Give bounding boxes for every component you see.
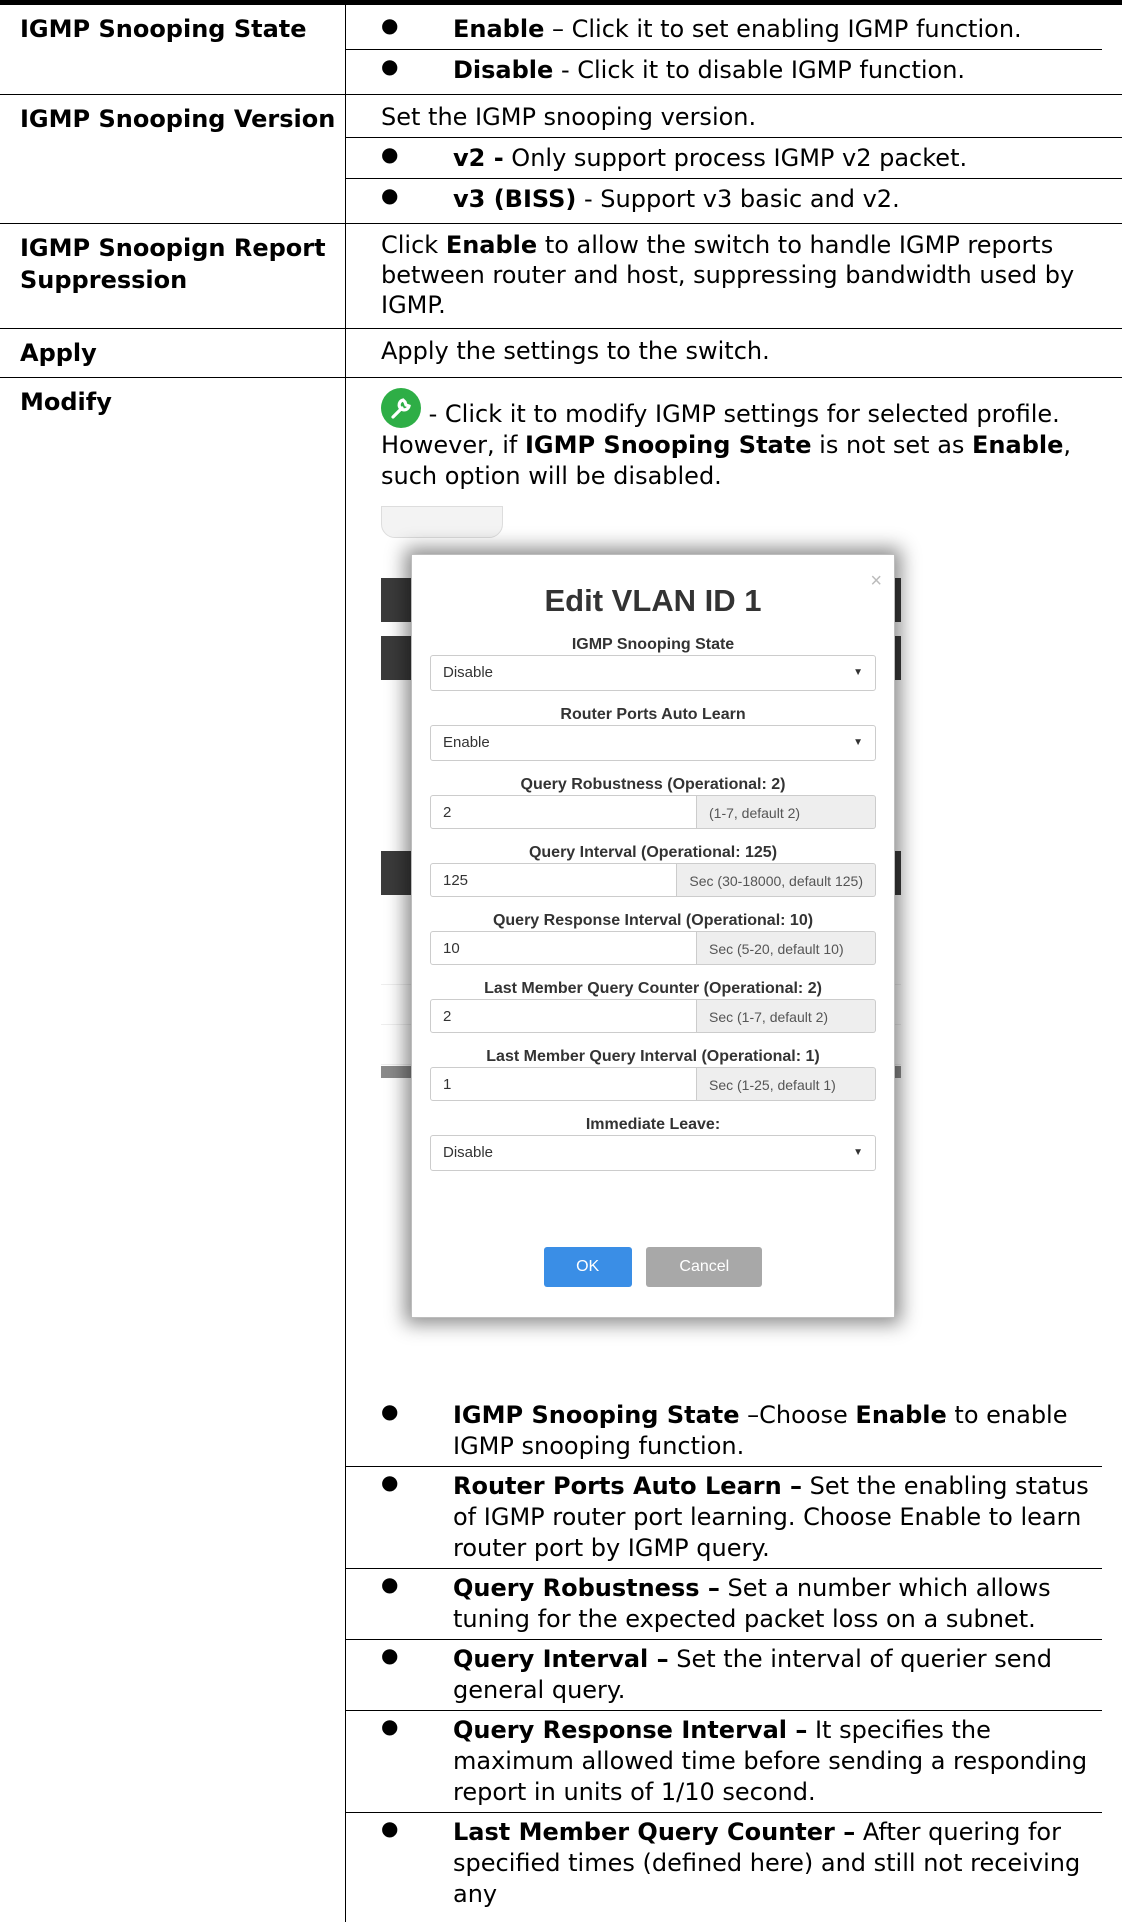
query-response-input[interactable]: 10 [430,931,697,965]
input-hint: Sec (1-25, default 1) [697,1067,876,1101]
select-value: Disable [443,664,493,681]
field-label: Immediate Leave: [412,1109,894,1131]
select-value: Enable [443,734,490,751]
item-term: Query Robustness – [453,1574,720,1602]
field-label: Query Response Interval (Operational: 10… [412,905,894,927]
lmq-counter-input[interactable]: 2 [430,999,697,1033]
table-row: IGMP Snooping Version Set the IGMP snoop… [0,95,1122,224]
row-label: IGMP Snooping State [0,3,346,95]
query-robustness-input[interactable]: 2 [430,795,697,829]
item-term: v3 (BISS) [453,185,576,213]
document-page: IGMP Snooping State Enable – Click it to… [0,0,1122,1881]
item-text: Only support process IGMP v2 packet. [504,144,967,172]
input-hint: Sec (5-20, default 10) [697,931,876,965]
list-item: Query Interval – Set the interval of que… [346,1639,1102,1710]
desc-term: IGMP Snooping State [525,431,812,459]
row-label: IGMP Snooping Version [0,95,346,224]
list-item: Enable – Click it to set enabling IGMP f… [381,9,1102,49]
caret-down-icon: ▼ [853,656,863,690]
bullet-list: Enable – Click it to set enabling IGMP f… [381,9,1102,90]
select-value: Disable [443,1144,493,1161]
item-term: Enable [453,15,544,43]
bullet-list: IGMP Snooping State –Choose Enable to en… [381,1396,1102,1914]
edit-vlan-screenshot: × Edit VLAN ID 1 IGMP Snooping State Dis… [381,506,901,1376]
dialog-buttons: OK Cancel [412,1247,894,1287]
table-row: Modify - Click it to modify IGMP setting… [0,378,1122,1922]
field-label: IGMP Snooping State [412,629,894,651]
background-tab [381,506,503,538]
igmp-state-select[interactable]: Disable ▼ [430,655,876,691]
row-description: Apply the settings to the switch. [346,329,1122,378]
dialog-title: Edit VLAN ID 1 [412,585,894,617]
ok-button[interactable]: OK [544,1247,632,1287]
lmq-interval-input[interactable]: 1 [430,1067,697,1101]
list-item: v3 (BISS) - Support v3 basic and v2. [346,178,1122,219]
item-term: Last Member Query Counter – [453,1818,855,1846]
wrench-icon [381,388,421,428]
input-hint: Sec (1-7, default 2) [697,999,876,1033]
close-icon[interactable]: × [870,565,882,597]
list-item: IGMP Snooping State –Choose Enable to en… [381,1396,1102,1466]
item-text: - Click it to disable IGMP function. [553,56,965,84]
table-row: IGMP Snooping State Enable – Click it to… [0,3,1122,95]
cancel-button[interactable]: Cancel [646,1247,762,1287]
list-item: Router Ports Auto Learn – Set the enabli… [346,1466,1102,1568]
row-description: - Click it to modify IGMP settings for s… [346,378,1122,1922]
list-item: Query Robustness – Set a number which al… [346,1568,1102,1639]
caret-down-icon: ▼ [853,726,863,760]
desc-text: Click [381,231,446,259]
field-label: Query Interval (Operational: 125) [412,837,894,859]
modify-text: - Click it to modify IGMP settings for s… [381,388,1102,492]
bullet-list: v2 - Only support process IGMP v2 packet… [346,137,1122,219]
item-term: Disable [453,56,553,84]
item-term: v2 - [453,144,504,172]
desc-term: Enable [446,231,537,259]
field-label: Last Member Query Interval (Operational:… [412,1041,894,1063]
query-interval-group: 125Sec (30-18000, default 125) [430,863,876,897]
list-item: Query Response Interval – It specifies t… [346,1710,1102,1812]
caret-down-icon: ▼ [853,1136,863,1170]
query-interval-input[interactable]: 125 [430,863,677,897]
list-item: Disable - Click it to disable IGMP funct… [346,49,1102,90]
row-description: Set the IGMP snooping version. v2 - Only… [346,95,1122,224]
table-row: IGMP Snoopign Report Suppression Click E… [0,224,1122,329]
row-label: Modify [0,378,346,1922]
item-term: Enable [855,1401,946,1429]
item-term: Router Ports Auto Learn – [453,1472,802,1500]
desc-term: Enable [972,431,1063,459]
item-term: Query Interval – [453,1645,669,1673]
router-learn-select[interactable]: Enable ▼ [430,725,876,761]
input-hint: Sec (30-18000, default 125) [677,863,876,897]
item-term: Query Response Interval – [453,1716,807,1744]
query-response-group: 10Sec (5-20, default 10) [430,931,876,965]
row-description: Enable – Click it to set enabling IGMP f… [346,3,1122,95]
intro-text: Set the IGMP snooping version. [381,101,1102,137]
item-text: –Choose [740,1401,856,1429]
lmq-counter-group: 2Sec (1-7, default 2) [430,999,876,1033]
query-robustness-group: 2(1-7, default 2) [430,795,876,829]
item-term: IGMP Snooping State [453,1401,740,1429]
immediate-leave-select[interactable]: Disable ▼ [430,1135,876,1171]
edit-vlan-dialog: × Edit VLAN ID 1 IGMP Snooping State Dis… [411,554,895,1318]
row-label: IGMP Snoopign Report Suppression [0,224,346,329]
input-hint: (1-7, default 2) [697,795,876,829]
list-item: Last Member Query Counter – After querin… [346,1812,1102,1914]
field-label: Router Ports Auto Learn [412,699,894,721]
row-description: Click Enable to allow the switch to hand… [346,224,1122,329]
row-label: Apply [0,329,346,378]
list-item: v2 - Only support process IGMP v2 packet… [381,138,1122,178]
item-text: - Support v3 basic and v2. [576,185,899,213]
lmq-interval-group: 1Sec (1-25, default 1) [430,1067,876,1101]
table-row: Apply Apply the settings to the switch. [0,329,1122,378]
field-label: Query Robustness (Operational: 2) [412,769,894,791]
item-text: – Click it to set enabling IGMP function… [544,15,1021,43]
field-label: Last Member Query Counter (Operational: … [412,973,894,995]
desc-text: is not set as [812,431,973,459]
parameter-table: IGMP Snooping State Enable – Click it to… [0,0,1122,1922]
